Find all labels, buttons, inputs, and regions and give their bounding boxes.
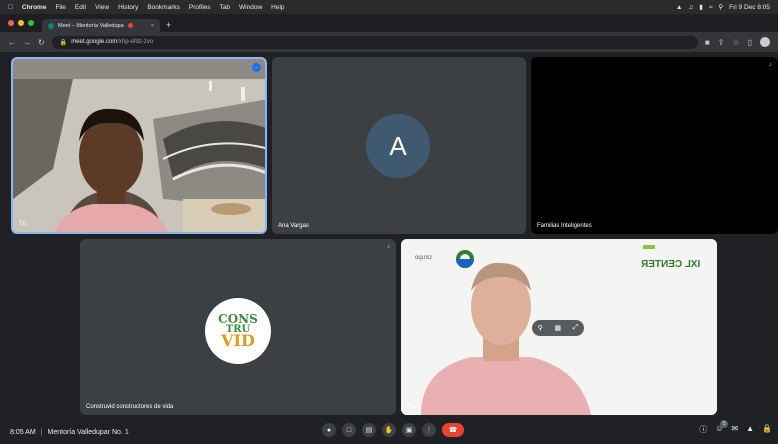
browser-toolbar: ← → ↻ 🔒 meet.google.com/xhp-efdz-zvo ■ ⇧… <box>0 32 778 52</box>
volume-icon[interactable]: ♫ <box>688 4 693 11</box>
menu-history[interactable]: History <box>118 4 138 11</box>
meeting-name: Mentoría Valledupar No. 1 <box>47 428 129 436</box>
pin-icon[interactable]: ⚲ <box>538 324 543 332</box>
captions-button[interactable]: ▤ <box>362 423 376 437</box>
search-icon[interactable]: ⚲ <box>718 3 723 11</box>
logo-line-3: VID <box>221 330 255 350</box>
lock-icon: 🔒 <box>59 39 68 46</box>
menu-view[interactable]: View <box>95 4 109 11</box>
chat-icon[interactable]: ✉ <box>731 424 738 435</box>
back-icon[interactable]: ← <box>8 38 16 47</box>
meeting-details-icon[interactable]: ⓘ <box>699 424 707 435</box>
activities-icon[interactable]: ▲ <box>746 424 754 435</box>
participant-tile-ana[interactable]: A Ana Vargas <box>272 57 526 234</box>
close-window-icon[interactable] <box>8 20 14 26</box>
reload-icon[interactable]: ↻ <box>38 38 45 47</box>
host-controls-icon[interactable]: 🔒 <box>762 424 772 435</box>
menu-window[interactable]: Window <box>239 4 262 11</box>
meeting-controls-bar: 8:05 AM | Mentoría Valledupar No. 1 ● □ … <box>0 420 778 444</box>
camera-button[interactable]: □ <box>342 423 356 437</box>
side-controls: ⓘ ☺ 5 ✉ ▲ 🔒 <box>699 420 772 435</box>
toolbar-icons: ■ ⇧ ☆ ▯ <box>705 37 770 47</box>
url-path: /xhp-efdz-zvo <box>117 39 154 45</box>
menu-chrome[interactable]: Chrome <box>22 4 47 11</box>
address-bar[interactable]: 🔒 meet.google.com/xhp-efdz-zvo <box>51 35 698 49</box>
new-tab-button[interactable]: + <box>166 20 171 30</box>
self-video-feed <box>13 59 265 232</box>
shield-icon[interactable]: ▲ <box>676 4 682 11</box>
menu-profiles[interactable]: Profiles <box>189 4 211 11</box>
wifi-icon[interactable]: ≈ <box>709 4 713 11</box>
menu-tab[interactable]: Tab <box>220 4 230 11</box>
hide-tile-icon[interactable]: ▦ <box>554 324 561 332</box>
tab-title: Meet – Mentoría Valledupa <box>58 22 124 29</box>
participant-name: Tú <box>407 404 415 410</box>
sidepanel-icon[interactable]: ▯ <box>748 38 752 47</box>
participant-name: Familias Inteligentes <box>537 223 592 229</box>
participant-name: Construvid constructores de vida <box>86 404 174 410</box>
participant-count-badge: 5 <box>720 420 729 428</box>
logo-text-right: IXL CENTER <box>641 259 701 270</box>
battery-icon[interactable]: ▮ <box>699 3 703 11</box>
apple-icon[interactable]:  <box>8 4 13 11</box>
more-options-button[interactable]: ⋮ <box>422 423 436 437</box>
participant-tile-presenter[interactable]: Grupo IXL CENTER ⚲ ▦ ⤢ Tú <box>401 239 717 415</box>
share-icon[interactable]: ⇧ <box>718 38 725 47</box>
mic-icon: ● <box>326 426 332 434</box>
camera-in-use-icon[interactable]: ■ <box>705 38 710 47</box>
camera-icon: □ <box>346 426 352 434</box>
menu-help[interactable]: Help <box>271 4 284 11</box>
participant-name: Tú <box>19 221 27 227</box>
present-icon: ▣ <box>405 427 413 434</box>
end-call-button[interactable]: ☎ <box>442 423 464 437</box>
menu-file[interactable]: File <box>55 4 65 11</box>
meeting-time: 8:05 AM <box>10 428 36 436</box>
meet-favicon-icon <box>48 22 54 29</box>
minimize-window-icon[interactable] <box>18 20 24 26</box>
logo-text-left: Grupo <box>415 255 432 261</box>
raise-hand-button[interactable]: ✋ <box>382 423 396 437</box>
window-controls <box>8 20 34 26</box>
call-controls: ● □ ▤ ✋ ▣ ⋮ ☎ <box>322 423 464 437</box>
tile-hover-controls: ⚲ ▦ ⤢ <box>532 320 584 336</box>
mic-muted-icon: ♪ <box>387 244 390 250</box>
construvid-logo: CONS TRU VID <box>205 298 271 364</box>
hand-icon: ✋ <box>384 427 394 434</box>
menu-edit[interactable]: Edit <box>75 4 86 11</box>
mic-muted-icon: ♪ <box>769 62 772 68</box>
url-domain: meet.google.com <box>71 39 118 45</box>
phone-hangup-icon: ☎ <box>448 427 458 434</box>
participant-tile-construvid[interactable]: ♪ CONS TRU VID Construvid constructores … <box>80 239 396 415</box>
participant-avatar: A <box>366 114 430 178</box>
forward-icon[interactable]: → <box>23 38 31 47</box>
captions-icon: ▤ <box>365 427 373 434</box>
profile-avatar[interactable] <box>760 37 770 47</box>
tile-options-icon[interactable]: ⋯ <box>252 63 261 72</box>
expand-icon[interactable]: ⤢ <box>573 324 579 332</box>
participant-tile-familias[interactable]: ♪ Familias Inteligentes <box>531 57 778 234</box>
browser-tab[interactable]: Meet – Mentoría Valledupa × <box>42 19 160 32</box>
participant-tile-self[interactable]: ⋯ Tú <box>11 57 267 234</box>
present-button[interactable]: ▣ <box>402 423 416 437</box>
browser-tabbar: Meet – Mentoría Valledupa × + <box>0 14 778 32</box>
recording-dot-icon <box>127 23 133 28</box>
mic-button[interactable]: ● <box>322 423 336 437</box>
zoom-window-icon[interactable] <box>28 20 34 26</box>
bookmark-star-icon[interactable]: ☆ <box>732 38 739 47</box>
avatar-initial: A <box>389 130 407 161</box>
status-icons: ▲ ♫ ▮ ≈ ⚲ Fri 9 Dec 8:05 <box>676 3 770 12</box>
os-menubar:  Chrome File Edit View History Bookmark… <box>0 0 778 14</box>
tab-close-icon[interactable]: × <box>151 23 154 29</box>
menu-bookmarks[interactable]: Bookmarks <box>147 4 180 11</box>
more-vert-icon: ⋮ <box>425 427 433 434</box>
people-button[interactable]: ☺ 5 <box>715 420 729 435</box>
participant-name: Ana Vargas <box>278 223 309 229</box>
meeting-separator: | <box>40 428 43 436</box>
clock-text[interactable]: Fri 9 Dec 8:05 <box>729 4 770 11</box>
